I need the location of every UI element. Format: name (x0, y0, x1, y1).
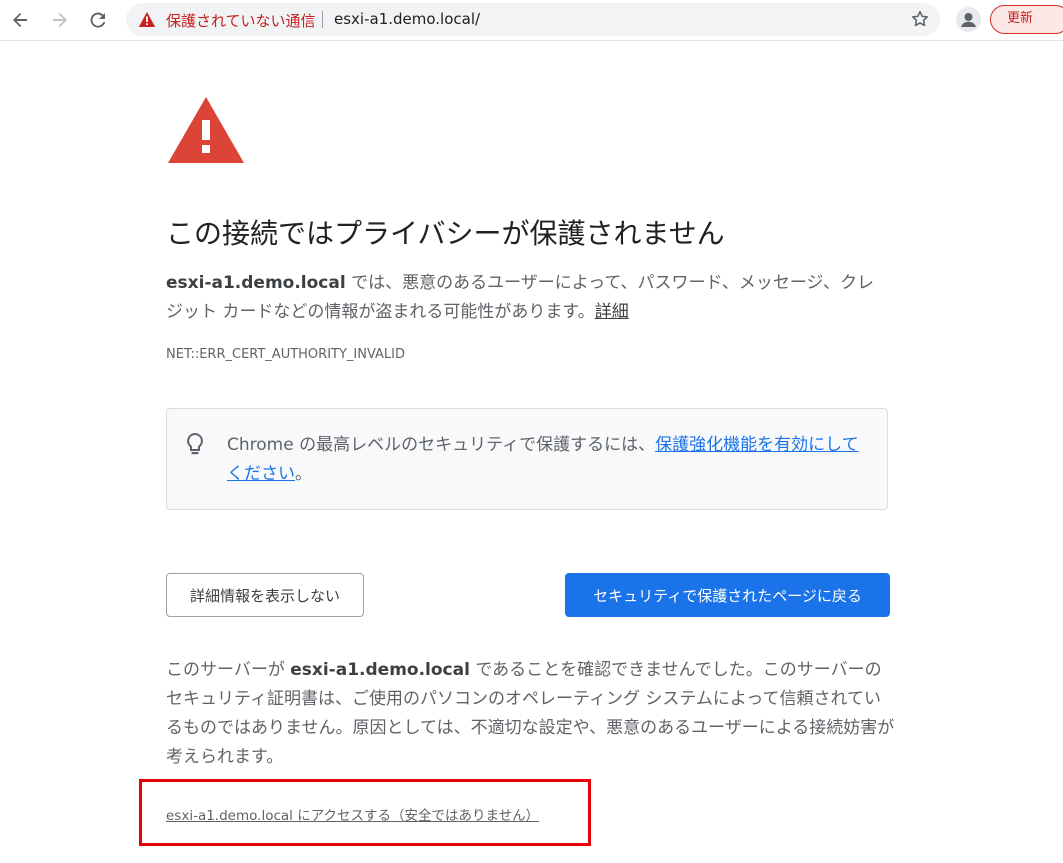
proceed-unsafe-link[interactable]: esxi-a1.demo.local にアクセスする（安全ではありません） (166, 804, 539, 824)
enhanced-text-before: Chrome の最高レベルのセキュリティで保護するには、 (227, 435, 656, 455)
forward-button[interactable] (46, 6, 74, 34)
update-button[interactable]: 更新 (990, 5, 1063, 34)
reload-icon (90, 12, 106, 28)
details-paragraph: このサーバーが esxi-a1.demo.local であることを確認できません… (166, 656, 896, 772)
details-host: esxi-a1.demo.local (290, 660, 470, 680)
back-button[interactable] (6, 6, 34, 34)
account-icon (961, 13, 976, 27)
back-to-safety-button[interactable]: セキュリティで保護されたページに戻る (565, 573, 890, 617)
address-bar[interactable]: 保護されていない通信 esxi-a1.demo.local/ (126, 3, 940, 36)
page-title: この接続ではプライバシーが保護されません (166, 217, 725, 250)
enhanced-text-after: 。 (295, 464, 312, 484)
learn-more-link[interactable]: 詳細 (595, 302, 629, 322)
reload-button[interactable] (84, 6, 112, 34)
browser-toolbar: 保護されていない通信 esxi-a1.demo.local/ 更新 (0, 0, 1063, 41)
details-text-before: このサーバーが (166, 660, 291, 680)
star-icon[interactable] (910, 9, 930, 29)
not-secure-label[interactable]: 保護されていない通信 (166, 10, 316, 31)
enhanced-protection-box: Chrome の最高レベルのセキュリティで保護するには、保護強化機能を有効にして… (166, 408, 888, 510)
danger-triangle-icon (168, 97, 244, 163)
back-arrow-icon (13, 13, 27, 27)
explanation-host: esxi-a1.demo.local (166, 273, 346, 293)
hide-details-button[interactable]: 詳細情報を表示しない (166, 573, 364, 617)
omnibox-separator (322, 11, 323, 28)
error-code: NET::ERR_CERT_AUTHORITY_INVALID (166, 347, 406, 362)
lightbulb-icon (187, 432, 203, 455)
url-text[interactable]: esxi-a1.demo.local/ (334, 10, 480, 28)
forward-arrow-icon (53, 13, 67, 27)
profile-avatar[interactable] (956, 7, 981, 32)
explanation-paragraph: esxi-a1.demo.local では、悪意のあるユーザーによって、パスワー… (166, 269, 886, 327)
warning-triangle-icon[interactable] (138, 11, 156, 28)
enhanced-protection-text: Chrome の最高レベルのセキュリティで保護するには、保護強化機能を有効にして… (227, 431, 867, 489)
